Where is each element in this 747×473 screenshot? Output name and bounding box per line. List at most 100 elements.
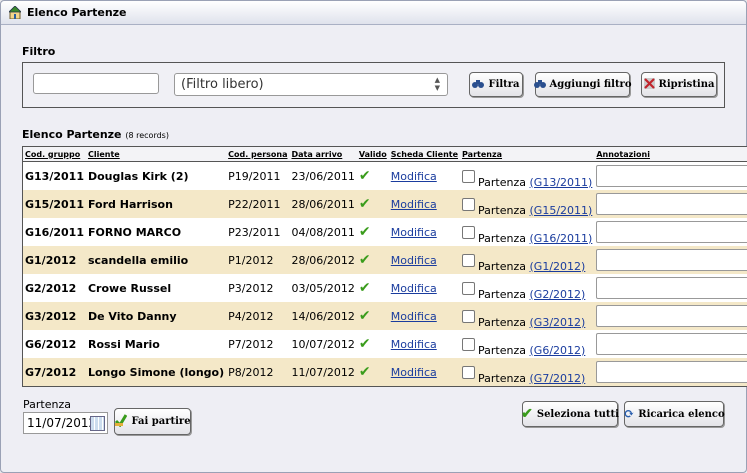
refresh-icon: ⟳ <box>623 406 635 422</box>
client-card-cell: Modifica <box>389 162 460 191</box>
table-row: G7/2012 Longo Simone (longo) P8/2012 11/07/… <box>22 358 747 387</box>
notes-input[interactable] <box>596 165 747 187</box>
notes-input[interactable] <box>596 361 747 383</box>
arrival-date-cell: 28/06/2012 <box>289 246 357 274</box>
binoculars-icon <box>533 79 546 91</box>
departure-cell: Partenza (G6/2012) <box>460 330 594 358</box>
date-label: Partenza <box>23 398 71 411</box>
client-cell: Douglas Kirk (2) <box>87 169 189 183</box>
departure-label: Partenza <box>478 315 527 329</box>
group-link[interactable]: (G3/2012) <box>530 316 586 329</box>
departure-label: Partenza <box>478 175 527 189</box>
notes-cell <box>594 246 747 274</box>
filter-button[interactable]: Filtra <box>469 72 523 97</box>
group-link[interactable]: (G6/2012) <box>530 344 586 357</box>
notes-input[interactable] <box>596 249 747 271</box>
filter-box: (Filtro libero) ▲ ▼ Filtra Aggiungi filtr… <box>22 62 725 108</box>
calendar-icon[interactable] <box>90 416 105 431</box>
departure-checkbox[interactable] <box>462 309 476 323</box>
client-card-cell: Modifica <box>388 190 461 218</box>
valid-cell: ✔ <box>357 330 389 358</box>
group-link[interactable]: (G16/2011) <box>530 232 593 245</box>
departure-checkbox[interactable] <box>462 281 476 295</box>
record-count: (8 records) <box>125 131 169 140</box>
reset-button[interactable]: Ripristina <box>641 72 717 97</box>
col-header[interactable]: Cod. persona <box>226 146 290 162</box>
departure-label: Partenza <box>478 231 527 245</box>
notes-input[interactable] <box>596 277 747 299</box>
edit-client-link[interactable]: Modifica <box>391 254 437 267</box>
edit-client-link[interactable]: Modifica <box>391 282 437 295</box>
group-code-cell: G16/2011 <box>25 225 84 239</box>
filter-text-input[interactable] <box>33 73 159 94</box>
col-header[interactable]: Cod. gruppo <box>22 146 86 162</box>
notes-cell <box>594 274 747 302</box>
filter-section-label: Filtro <box>22 45 56 58</box>
departure-checkbox[interactable] <box>462 169 476 183</box>
checkmark-icon: ✔ <box>358 168 371 184</box>
departure-checkbox[interactable] <box>462 253 476 267</box>
group-link[interactable]: (G2/2012) <box>530 288 586 301</box>
client-card-cell: Modifica <box>389 274 460 302</box>
departure-checkbox[interactable] <box>462 365 476 379</box>
add-filter-button[interactable]: Aggiungi filtro <box>533 72 632 97</box>
checkmark-icon: ✔ <box>358 196 371 212</box>
person-code-cell: P7/2012 <box>228 337 274 351</box>
edit-client-link[interactable]: Modifica <box>391 366 437 379</box>
reset-x-icon <box>643 78 655 91</box>
notes-cell <box>594 218 747 246</box>
departure-checkbox[interactable] <box>462 197 476 211</box>
notes-cell <box>594 358 747 387</box>
table-header-row: Cod. gruppo Cliente Cod. persona Data ar… <box>22 146 747 162</box>
reload-button[interactable]: ⟳ Ricarica elenco <box>623 401 725 427</box>
group-code-cell: G1/2012 <box>22 246 86 274</box>
edit-client-link[interactable]: Modifica <box>391 310 437 323</box>
col-header[interactable]: Cliente <box>85 146 227 162</box>
edit-client-link[interactable]: Modifica <box>391 198 437 211</box>
person-code-cell: P3/2012 <box>228 281 274 295</box>
valid-cell: ✔ <box>356 190 389 218</box>
arrival-date-cell: 03/05/2012 <box>291 281 355 295</box>
edit-client-link[interactable]: Modifica <box>391 226 437 239</box>
person-code-cell: P4/2012 <box>226 302 290 330</box>
edit-client-link[interactable]: Modifica <box>391 338 437 351</box>
departure-checkbox[interactable] <box>462 337 476 351</box>
client-cell: De Vito Danny <box>85 302 227 330</box>
edit-client-link[interactable]: Modifica <box>391 170 437 183</box>
client-card-cell: Modifica <box>388 358 461 387</box>
group-code-cell: G3/2012 <box>22 302 86 330</box>
group-link[interactable]: (G1/2012) <box>530 260 586 273</box>
notes-input[interactable] <box>596 221 747 243</box>
valid-cell: ✔ <box>357 218 389 246</box>
valid-cell: ✔ <box>356 358 389 387</box>
select-all-button[interactable]: ✔ Seleziona tutti <box>521 401 619 427</box>
notes-input[interactable] <box>596 193 747 215</box>
departure-label: Partenza <box>478 371 527 385</box>
binoculars-icon <box>472 79 485 91</box>
checkmark-icon: ✔ <box>358 308 371 324</box>
notes-input[interactable] <box>596 305 747 327</box>
arrival-date-cell: 14/06/2012 <box>289 302 357 330</box>
list-title: Elenco Partenze (8 records) <box>22 128 169 141</box>
valid-cell: ✔ <box>357 274 389 302</box>
client-card-cell: Modifica <box>388 246 461 274</box>
departure-cell: Partenza (G2/2012) <box>460 274 594 302</box>
depart-button[interactable]: Fai partire <box>114 408 191 435</box>
group-code-cell: G15/2011 <box>22 190 86 218</box>
group-link[interactable]: (G13/2011) <box>530 176 593 189</box>
departure-cell: Partenza (G7/2012) <box>460 358 595 387</box>
filter-select[interactable]: (Filtro libero) ▲ ▼ <box>174 73 448 96</box>
main-panel: Elenco Partenze Filtro (Filtro libero) ▲… <box>0 0 747 473</box>
departure-date-input[interactable]: 11/07/2012 <box>23 412 108 434</box>
departures-table: Cod. gruppo Cliente Cod. persona Data ar… <box>22 146 747 387</box>
departure-checkbox[interactable] <box>462 225 476 239</box>
group-link[interactable]: (G15/2011) <box>530 204 593 217</box>
valid-cell: ✔ <box>357 162 389 191</box>
col-header[interactable]: Data arrivo <box>289 146 357 162</box>
table-row: G3/2012 De Vito Danny P4/2012 14/06/2012 ✔ Mo… <box>22 302 747 330</box>
notes-input[interactable] <box>596 333 747 355</box>
departure-cell: Partenza (G3/2012) <box>460 302 595 330</box>
table-row: G2/2012 Crowe Russel P3/2012 03/05/2012 ✔ Mod… <box>23 274 747 302</box>
client-cell: FORNO MARCO <box>87 225 182 239</box>
group-link[interactable]: (G7/2012) <box>530 372 586 385</box>
